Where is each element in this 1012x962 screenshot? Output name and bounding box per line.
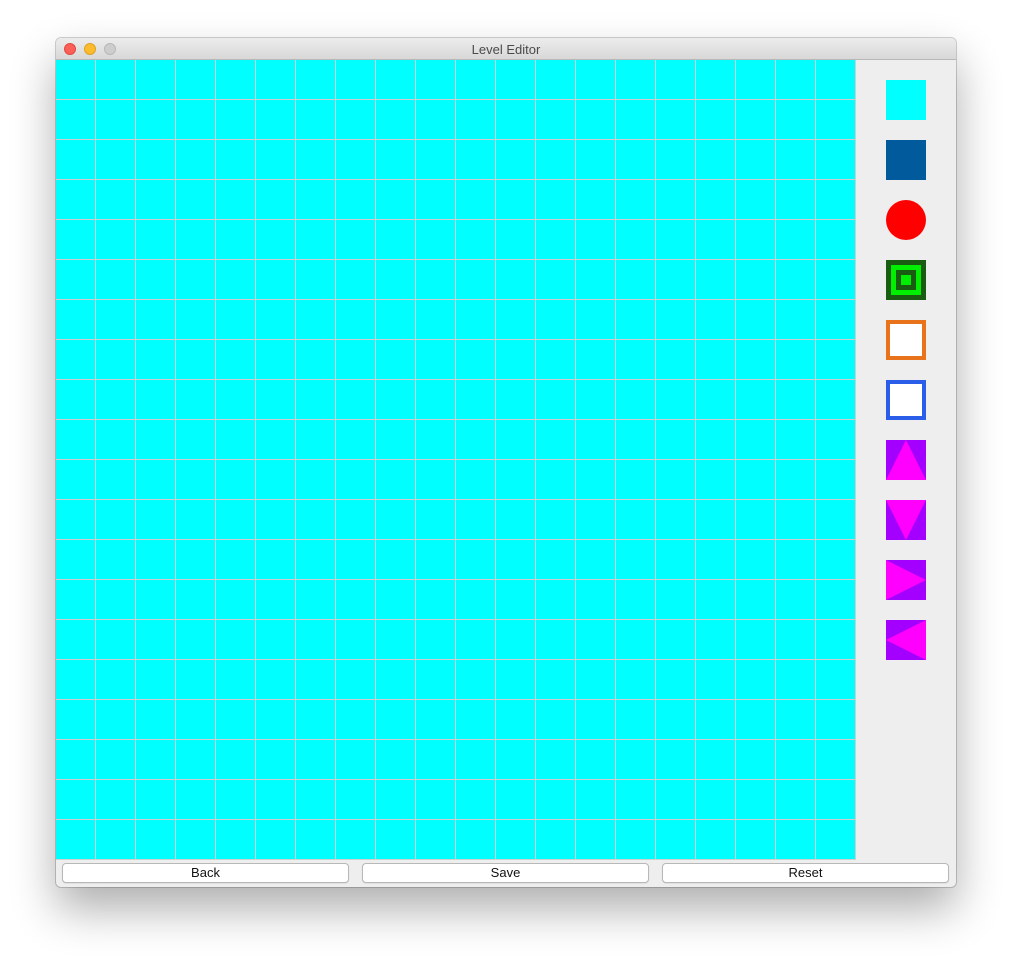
back-button[interactable]: Back [62, 863, 349, 883]
orange-block-tile[interactable] [886, 320, 926, 360]
title-bar: Level Editor [56, 38, 956, 60]
reset-button[interactable]: Reset [662, 863, 949, 883]
arrow-up-tile[interactable] [886, 440, 926, 480]
blue-box-icon [886, 380, 926, 420]
orange-box-icon [886, 320, 926, 360]
arrow-down-icon [886, 500, 926, 540]
empty-tile[interactable] [886, 80, 926, 120]
arrow-left-icon [886, 620, 926, 660]
arrow-down-tile[interactable] [886, 500, 926, 540]
ball-tile[interactable] [886, 200, 926, 240]
wall-tile[interactable] [886, 140, 926, 180]
arrow-right-icon [886, 560, 926, 600]
empty-tile-icon [886, 80, 926, 120]
goal-tile[interactable] [886, 260, 926, 300]
level-editor-window: Level Editor Back Save Reset [56, 38, 956, 887]
arrow-left-tile[interactable] [886, 620, 926, 660]
blue-block-tile[interactable] [886, 380, 926, 420]
button-bar: Back Save Reset [56, 863, 956, 884]
red-ball-icon [886, 200, 926, 240]
tile-palette [886, 80, 926, 680]
level-grid[interactable] [56, 60, 856, 860]
arrow-up-icon [886, 440, 926, 480]
window-title: Level Editor [471, 42, 541, 57]
goal-square-icon [886, 260, 926, 300]
wall-tile-icon [886, 140, 926, 180]
arrow-right-tile[interactable] [886, 560, 926, 600]
save-button[interactable]: Save [362, 863, 649, 883]
